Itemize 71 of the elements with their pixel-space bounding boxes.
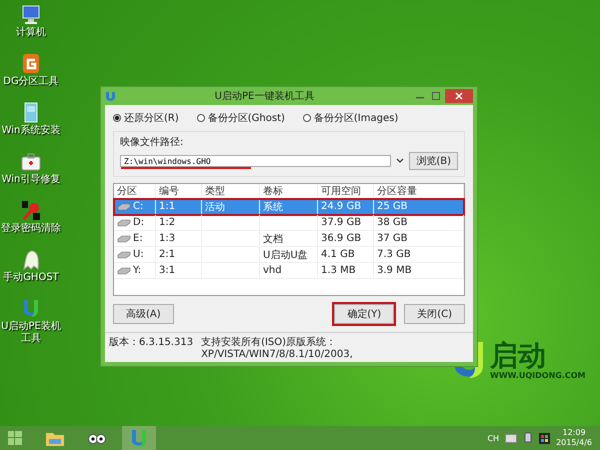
radio-button[interactable]	[113, 114, 121, 122]
keyboard-icon[interactable]	[505, 434, 518, 442]
website-text: WWW.UQIDONG.COM	[490, 371, 586, 380]
desktop-icon-label[interactable]: 手动GHOST	[3, 272, 59, 284]
table-cell: 1:1	[159, 201, 176, 212]
drive-icon	[117, 218, 131, 227]
table-cell: 7.3 GB	[377, 249, 411, 260]
path-dropdown[interactable]: Z:\win\windows.GHO	[120, 155, 392, 167]
table-cell: 25 GB	[377, 201, 408, 212]
desktop-icon-label[interactable]: U启动PE装机工具	[0, 321, 62, 345]
radio-label[interactable]: 备份分区(Ghost)	[208, 111, 285, 125]
version-text: 版本：6.3.15.313	[109, 336, 194, 350]
radio-label[interactable]: 备份分区(Images)	[314, 111, 398, 125]
table-cell-text: 系统	[263, 200, 283, 214]
dialog-button[interactable]: 确定(Y)	[334, 304, 394, 324]
drive-icon	[117, 234, 131, 243]
desktop-icon-label[interactable]: DG分区工具	[3, 76, 59, 88]
status-text: 支持安装所有(ISO)原版系统：XP/VISTA/WIN7/8/8.1/10/2003,	[201, 336, 354, 360]
table-cell: 24.9 GB	[321, 201, 362, 212]
clock-time[interactable]: 12:09	[562, 428, 586, 438]
dialog-button[interactable]: 关闭(C)	[404, 304, 465, 324]
table-cell: U:	[133, 249, 144, 260]
table-cell: 37.9 GB	[321, 217, 362, 228]
key-icon[interactable]	[20, 200, 42, 221]
close-icon[interactable]	[445, 89, 473, 103]
table-cell: 38 GB	[377, 217, 408, 228]
table-cell-text: 活动	[205, 200, 225, 214]
brand-logo-text: 启动	[490, 341, 547, 371]
desktop-icon-label[interactable]: Win引导修复	[2, 174, 60, 186]
table-cell: 1.3 MB	[321, 265, 356, 276]
network-icon[interactable]	[523, 432, 534, 444]
table-row[interactable]: Y: 3:1 vhd 1.3 MB 3.9 MB	[114, 263, 464, 279]
table-row[interactable]: U: 2:1 U启动U盘 4.1 GB 7.3 GB	[114, 247, 464, 263]
table-row[interactable]: E: 1:3 文档 36.9 GB 37 GB	[114, 231, 464, 247]
drive-icon	[117, 202, 131, 211]
table-cell: 3.9 MB	[377, 265, 412, 276]
table-row[interactable]: D: 1:2 37.9 GB 38 GB	[114, 215, 464, 231]
table-cell: Y:	[133, 265, 142, 276]
table-cell: 2:1	[159, 249, 176, 260]
browse-button[interactable]: 浏览(B)	[409, 152, 458, 170]
radio-button[interactable]	[196, 114, 205, 122]
clock-date[interactable]: 2015/4/6	[556, 438, 592, 448]
desktop-icon-label[interactable]: 登录密码清除	[1, 223, 61, 235]
table-cell: 3:1	[159, 265, 176, 276]
table-cell: 4.1 GB	[321, 249, 355, 260]
computer-icon[interactable]	[20, 4, 42, 25]
field-label: 映像文件路径:	[120, 136, 184, 149]
disk-tool-icon[interactable]	[20, 53, 42, 74]
radio-button[interactable]	[302, 114, 311, 122]
table-cell: E:	[133, 233, 143, 244]
color-app-icon[interactable]	[539, 432, 550, 444]
table-cell: 1:3	[159, 233, 176, 244]
drive-icon	[117, 250, 131, 259]
desktop-icon-label[interactable]: Win系统安装	[2, 125, 60, 137]
maximize-icon[interactable]	[429, 91, 443, 101]
table-cell: vhd	[263, 265, 282, 276]
window-title: U启动PE一键装机工具	[214, 90, 316, 103]
first-aid-kit-icon[interactable]	[20, 151, 42, 172]
u-logo-icon	[105, 90, 116, 102]
language-indicator[interactable]: CH	[487, 434, 500, 442]
dialog-button[interactable]: 高级(A)	[113, 304, 174, 324]
radio-label[interactable]: 还原分区(R)	[124, 111, 179, 125]
desktop-icon-label[interactable]: 计算机	[16, 27, 46, 39]
drive-icon	[117, 266, 131, 275]
table-cell: 36.9 GB	[321, 233, 362, 244]
table-cell: C:	[133, 201, 144, 212]
table-cell-text: U启动U盘	[263, 248, 308, 262]
table-cell: 37 GB	[377, 233, 408, 244]
table-cell-text: 文档	[263, 232, 283, 246]
table-cell: 1:2	[159, 217, 176, 228]
table-cell: D:	[133, 217, 144, 228]
